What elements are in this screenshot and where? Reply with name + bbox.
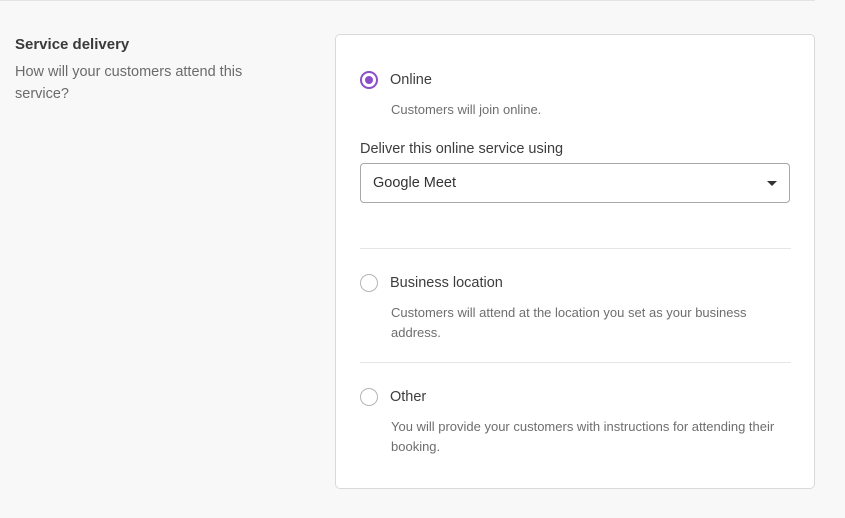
business-location-radio-row[interactable]: Business location: [360, 272, 791, 294]
business-location-label[interactable]: Business location: [390, 275, 503, 291]
business-location-radio[interactable]: [360, 274, 378, 292]
other-radio-row[interactable]: Other: [360, 386, 791, 408]
option-divider: [360, 248, 791, 249]
other-radio[interactable]: [360, 388, 378, 406]
section-description: How will your customers attend this serv…: [15, 64, 243, 102]
online-description: Customers will join online.: [391, 102, 542, 117]
deliver-using-label: Deliver this online service using: [360, 141, 564, 157]
option-divider: [360, 362, 791, 363]
caret-down-icon: [767, 180, 777, 186]
online-label[interactable]: Online: [390, 72, 432, 88]
online-radio[interactable]: [360, 71, 378, 89]
business-location-description: Customers will attend at the location yo…: [391, 305, 747, 340]
online-radio-row[interactable]: Online: [360, 69, 791, 91]
other-description: You will provide your customers with ins…: [391, 419, 775, 454]
top-divider: [0, 0, 815, 1]
service-delivery-card: Online Customers will join online. Deliv…: [335, 34, 815, 489]
section-title: Service delivery: [15, 36, 130, 53]
delivery-option-other: Other You will provide your customers wi…: [360, 386, 791, 457]
delivery-option-business-location: Business location Customers will attend …: [360, 272, 791, 343]
online-service-select-value: Google Meet: [373, 175, 457, 191]
other-label[interactable]: Other: [390, 389, 426, 405]
online-service-select[interactable]: Google Meet: [360, 163, 790, 203]
delivery-option-online: Online Customers will join online.: [360, 69, 791, 120]
